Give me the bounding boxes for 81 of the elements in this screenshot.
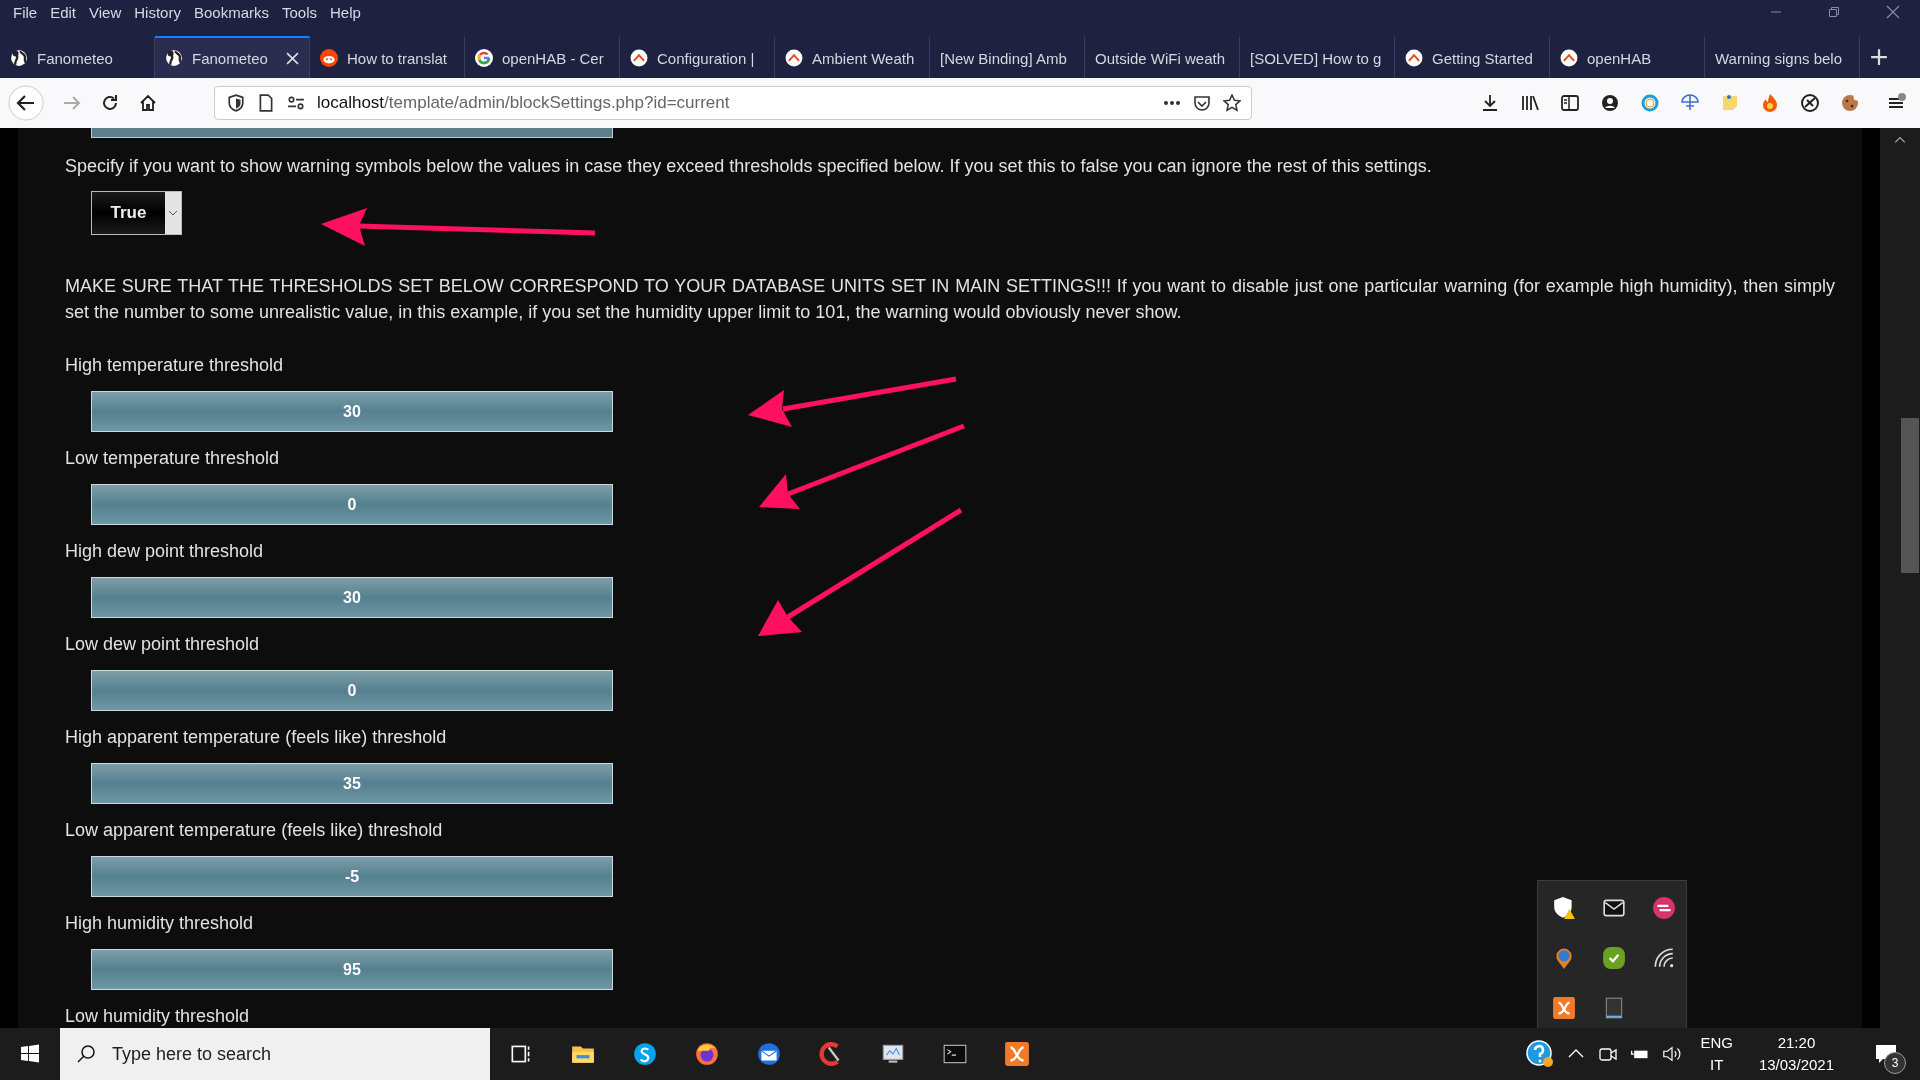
page-icon (257, 94, 275, 112)
reload-icon[interactable] (100, 93, 120, 113)
check-icon[interactable] (1602, 946, 1626, 970)
restore-icon[interactable] (1828, 6, 1840, 18)
globe-icon (10, 49, 28, 67)
close-icon[interactable] (1886, 5, 1900, 19)
scrollbar[interactable] (1880, 128, 1920, 1028)
number-input[interactable]: 95 (91, 949, 613, 990)
flame-icon[interactable] (1760, 93, 1780, 113)
new-tab-icon[interactable] (1870, 48, 1888, 66)
field-label: High temperature threshold (65, 354, 284, 377)
menu-item[interactable]: Help (323, 3, 367, 21)
field-label: Low apparent temperature (feels like) threshold (65, 819, 443, 842)
xampp-icon[interactable] (1552, 996, 1576, 1020)
skype-icon[interactable] (632, 1041, 658, 1067)
permissions-icon[interactable] (287, 94, 305, 112)
browser-tab[interactable]: Fanometeo (155, 36, 310, 78)
notice-text: MAKE SURE THAT THE THRESHOLDS SET BELOW CORRESPOND TO YOUR DATABASE UNITS SET IN MAIN SETTINGS!!! If you want to disable just one particular warning (for example high humidity), then simply set the number to some unrealistic value, in this example, if you set the humidity upper limit to 101, the warning would obviously never show. (65, 275, 1835, 324)
mail-client-icon[interactable] (756, 1041, 782, 1067)
globe-icon (165, 49, 183, 67)
menu-item[interactable]: Tools (275, 3, 323, 21)
url-text: localhost/template/admin/blockSettings.php?id=current (317, 93, 731, 113)
help-icon[interactable] (1526, 1040, 1555, 1068)
sidebar-icon[interactable] (1560, 93, 1580, 113)
taskbar-search-field[interactable]: Type here to search (60, 1028, 490, 1080)
field-label: Low humidity threshold (65, 1005, 250, 1028)
cookie-icon[interactable] (1840, 93, 1860, 113)
field-label: High apparent temperature (feels like) threshold (65, 726, 447, 749)
number-input[interactable]: 0 (91, 484, 613, 525)
reddit-icon (320, 49, 338, 67)
ring-icon[interactable] (1640, 93, 1660, 113)
scroll-up-icon[interactable] (1894, 136, 1906, 144)
download-icon[interactable] (1480, 93, 1500, 113)
signal-icon[interactable] (1652, 946, 1676, 970)
disc-icon[interactable] (1800, 93, 1820, 113)
number-input[interactable]: 30 (91, 391, 613, 432)
field-label: High dew point threshold (65, 540, 264, 563)
field-label: High humidity threshold (65, 912, 254, 935)
number-input[interactable]: 0 (91, 670, 613, 711)
account-icon[interactable] (1600, 93, 1620, 113)
select-dropdown[interactable]: True (91, 191, 182, 235)
field-label: Low temperature threshold (65, 447, 280, 470)
shield-warning-icon[interactable] (1552, 896, 1576, 920)
globe-sync-icon[interactable] (1680, 93, 1700, 113)
openhab-icon (1405, 49, 1423, 67)
search-icon (76, 1044, 96, 1064)
number-input[interactable]: 30 (91, 577, 613, 618)
number-input[interactable] (91, 128, 613, 138)
menu-item[interactable]: Edit (43, 3, 83, 21)
address-bar[interactable]: localhost/template/admin/blockSettings.php?id=current (214, 86, 1252, 120)
openhab-icon (785, 49, 803, 67)
scrollbar-thumb[interactable] (1901, 418, 1919, 573)
chevron-down-icon (168, 210, 178, 216)
close-tab-icon[interactable] (286, 51, 299, 65)
menu-item[interactable]: Bookmarks (186, 3, 275, 21)
app-badge-icon[interactable] (1652, 896, 1676, 920)
google-icon (475, 49, 493, 67)
xampp-icon[interactable] (1004, 1041, 1030, 1067)
windows-start-icon[interactable] (20, 1044, 40, 1064)
clock[interactable]: 21:20 13/03/2021 (1758, 1032, 1834, 1076)
pocket-icon[interactable] (1193, 94, 1211, 112)
volume-icon[interactable] (1662, 1044, 1683, 1064)
field-label: Low dew point threshold (65, 633, 260, 656)
firefox-icon[interactable] (694, 1041, 720, 1067)
menu-item[interactable]: History (127, 3, 187, 21)
notification-count: 3 (1884, 1052, 1906, 1074)
search-input[interactable]: Type here to search (110, 1042, 474, 1066)
back-icon[interactable] (8, 85, 44, 121)
bookmark-star-icon[interactable] (1223, 94, 1241, 112)
menu-item[interactable]: View (82, 3, 128, 21)
number-input[interactable]: 35 (91, 763, 613, 804)
language-indicator[interactable]: ENG IT (1700, 1032, 1733, 1076)
home-icon[interactable] (138, 93, 158, 113)
library-icon[interactable] (1520, 93, 1540, 113)
shield-icon[interactable] (227, 94, 245, 112)
note-icon[interactable] (1720, 93, 1740, 113)
menu-item[interactable]: File (6, 3, 44, 21)
openhab-icon (630, 49, 648, 67)
openhab-icon (1560, 49, 1578, 67)
description-text: Specify if you want to show warning symbols below the values in case they exceed thresholds specified below. If you set this to false you can ignore the rest of this settings. (65, 155, 1433, 178)
number-input[interactable]: -5 (91, 856, 613, 897)
